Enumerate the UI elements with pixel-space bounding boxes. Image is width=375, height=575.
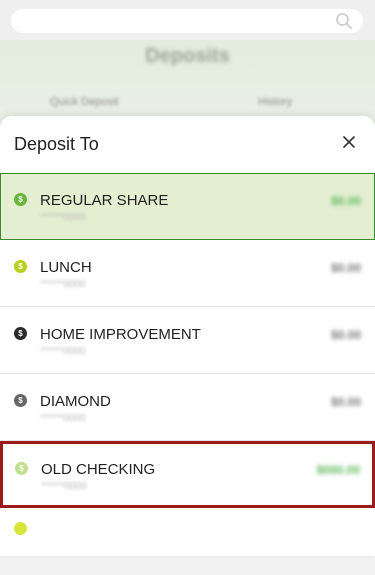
account-name: OLD CHECKING (41, 461, 156, 478)
search-bar[interactable] (11, 9, 363, 33)
account-number: ******0000 (41, 481, 87, 492)
background-tab-quick-deposit: Quick Deposit (50, 96, 119, 108)
dollar-coin-icon: $ (14, 260, 27, 273)
account-name: REGULAR SHARE (40, 192, 169, 209)
account-balance: $0.00 (330, 328, 361, 342)
sheet-header: Deposit To (0, 116, 375, 173)
sheet-title: Deposit To (14, 134, 99, 154)
account-row-next[interactable] (0, 508, 375, 575)
dollar-coin-icon (14, 522, 27, 535)
account-number: ******0000 (40, 413, 86, 424)
account-number: ******0000 (40, 346, 86, 357)
account-name: LUNCH (40, 259, 92, 276)
background-title: Deposits (145, 45, 230, 67)
close-button[interactable] (337, 130, 361, 154)
account-list: $ REGULAR SHARE ******0000 $0.00 $ LUNCH… (0, 173, 375, 575)
account-number: ******0000 (40, 212, 86, 223)
dollar-coin-icon: $ (15, 462, 28, 475)
account-balance: $0.00 (330, 194, 361, 208)
search-icon[interactable] (335, 12, 353, 30)
account-name: HOME IMPROVEMENT (40, 326, 201, 343)
account-number: ******0000 (40, 279, 86, 290)
account-row-diamond[interactable]: $ DIAMOND ******0000 $0.00 (0, 374, 375, 441)
background-tab-history: History (258, 96, 293, 108)
account-row-regular-share[interactable]: $ REGULAR SHARE ******0000 $0.00 (0, 173, 375, 240)
account-balance: $0.00 (330, 395, 361, 409)
account-row-lunch[interactable]: $ LUNCH ******0000 $0.00 (0, 240, 375, 307)
account-balance: $000.00 (316, 463, 360, 477)
account-name: DIAMOND (40, 393, 111, 410)
account-balance: $0.00 (330, 261, 361, 275)
dollar-coin-icon: $ (14, 394, 27, 407)
close-icon (343, 136, 355, 148)
account-row-old-checking[interactable]: $ OLD CHECKING ******0000 $000.00 (0, 441, 375, 508)
deposit-to-sheet: Deposit To $ REGULAR SHARE ******0000 $0… (0, 116, 375, 556)
dollar-coin-icon: $ (14, 193, 27, 206)
account-row-home-improvement[interactable]: $ HOME IMPROVEMENT ******0000 $0.00 (0, 307, 375, 374)
dollar-coin-icon: $ (14, 327, 27, 340)
